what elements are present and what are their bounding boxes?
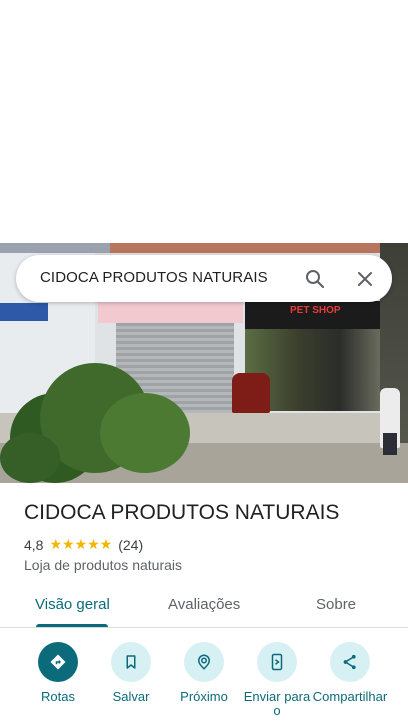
photo-pink-sign xyxy=(98,301,243,323)
map-blank-area xyxy=(0,0,408,243)
star-rating-icon: ★★★★★ xyxy=(49,536,113,552)
send-to-phone-label: Enviar para o xyxy=(243,689,311,718)
photo-roof xyxy=(0,243,110,253)
save-button[interactable]: Salvar xyxy=(91,642,171,704)
place-title: CIDOCA PRODUTOS NATURAIS xyxy=(24,501,340,524)
rating-row[interactable]: 4,8 ★★★★★ (24) xyxy=(24,536,143,553)
send-to-phone-button[interactable]: Enviar para o xyxy=(237,642,317,718)
directions-button[interactable]: Rotas xyxy=(18,642,98,704)
save-label: Salvar xyxy=(112,689,150,704)
search-input[interactable]: CIDOCA PRODUTOS NATURAIS xyxy=(40,269,268,286)
rating-value: 4,8 xyxy=(24,536,44,553)
send-to-phone-icon xyxy=(257,642,297,682)
bookmark-icon xyxy=(111,642,151,682)
search-bar[interactable]: CIDOCA PRODUTOS NATURAIS xyxy=(16,255,392,302)
place-category[interactable]: Loja de produtos naturais xyxy=(24,557,182,573)
photo-person-legs xyxy=(383,433,397,455)
directions-icon xyxy=(38,642,78,682)
tab-overview[interactable]: Visão geral xyxy=(35,596,110,613)
close-icon[interactable] xyxy=(353,267,377,291)
tabs-divider xyxy=(0,627,408,628)
nearby-button[interactable]: Próximo xyxy=(164,642,244,704)
nearby-label: Próximo xyxy=(180,689,228,704)
photo-brick-wall xyxy=(110,243,385,253)
photo-red-object xyxy=(232,373,270,413)
nearby-icon xyxy=(184,642,224,682)
photo-plant xyxy=(100,393,190,473)
share-button[interactable]: Compartilhar xyxy=(310,642,390,704)
photo-plant xyxy=(0,433,60,483)
share-label: Compartilhar xyxy=(312,689,388,704)
photo-pet-shop-text: PET SHOP xyxy=(290,305,341,316)
search-icon[interactable] xyxy=(303,267,327,291)
tab-about[interactable]: Sobre xyxy=(316,596,356,613)
share-icon xyxy=(330,642,370,682)
review-count: (24) xyxy=(118,536,144,553)
directions-label: Rotas xyxy=(41,689,75,704)
photo-blue-sign xyxy=(0,303,48,321)
tab-reviews[interactable]: Avaliações xyxy=(168,596,240,613)
